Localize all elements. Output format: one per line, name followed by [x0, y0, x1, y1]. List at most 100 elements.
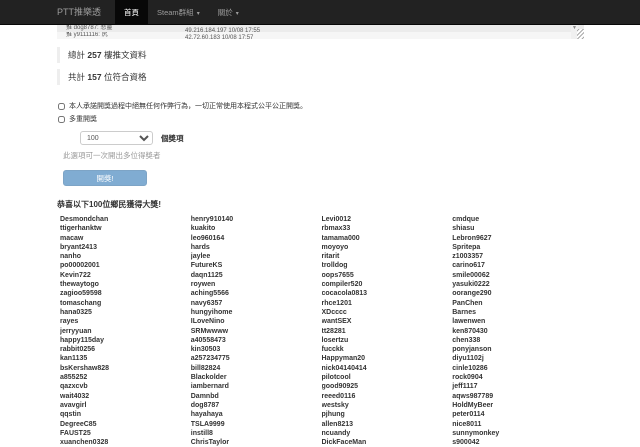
promise-checkbox[interactable] — [58, 102, 65, 110]
winner-name: nice8011 — [452, 420, 482, 428]
caret-down-icon: ▾ — [235, 11, 239, 17]
winner-name: ttigerhanktw — [60, 225, 102, 233]
winner-name: peter0114 — [452, 411, 485, 419]
winner-name: cmdque — [452, 216, 480, 223]
winner-name: allen8213 — [321, 420, 354, 428]
prize-count-select[interactable]: 100 — [80, 131, 153, 145]
winner-name: tt28281 — [321, 327, 346, 335]
multi-draw-checkbox-row: 多重開獎 — [58, 114, 640, 124]
winner-name: bryant2413 — [60, 243, 97, 251]
winner-name: ILoveNino — [190, 318, 225, 326]
winner-name: hana0325 — [60, 308, 92, 316]
winner-name: cocacola0813 — [321, 290, 368, 298]
caret-down-icon: ▾ — [196, 11, 200, 17]
winner-name: qqstin — [60, 411, 81, 419]
winner-name: rayes — [60, 318, 79, 326]
winner-name: instill8 — [190, 429, 213, 437]
nav-item-about[interactable]: 關於 ▾ — [209, 0, 248, 24]
winner-column-1: Desmondchan ttigerhanktw macaw bryant2413 na… — [60, 215, 191, 447]
winner-column-3: Levi0012 rbmax33 tamama000 moyoyo ritarit tro… — [322, 215, 453, 447]
winner-name: FutureKS — [190, 262, 223, 270]
winner-name: qazxcvb — [60, 383, 88, 391]
winner-name: XDcccc — [321, 308, 347, 316]
winner-name: Damnbd — [190, 392, 219, 400]
winner-column-4: cmdque shiasu Lebron9627 Spritepa z1003357 ca… — [452, 215, 583, 447]
winner-name: Levi0012 — [321, 216, 352, 223]
push-row-text: 推 dog8787: 悲靈 — [66, 25, 113, 31]
winner-name: jerryyuan — [60, 327, 92, 335]
push-row-text: 推 y9111116: 尻 — [66, 32, 108, 38]
qualified-total: 共計 157 位符合資格 — [57, 69, 640, 85]
winner-name: rhce1201 — [321, 299, 352, 307]
winner-name: dog8787 — [190, 401, 220, 409]
winner-name: SRMwwww — [190, 327, 229, 335]
winner-name: Spritepa — [452, 243, 481, 251]
prize-count-row: 100 個獎項 — [80, 131, 640, 145]
winner-name: fucckk — [321, 346, 344, 354]
winner-name: hayahaya — [190, 411, 223, 419]
push-list[interactable]: 推 dog8787: 悲靈 49.216.184.197 10/08 17:55 推… — [57, 25, 584, 39]
winner-name: shiasu — [452, 225, 475, 233]
winner-name: ChrisTaylor — [190, 439, 230, 447]
winner-name: iambernard — [190, 383, 229, 391]
multi-draw-help-text: 此選項可一次開出多位得獎者 — [63, 151, 161, 160]
navbar-menu: 首頁 Steam群組 ▾ 關於 ▾ — [115, 0, 248, 24]
winner-name: po00002001 — [60, 262, 100, 270]
winner-name: ponyjanson — [452, 346, 492, 354]
winner-name: avavgirl — [60, 401, 87, 409]
winner-name: oops7655 — [321, 271, 354, 279]
draw-button[interactable]: 開獎! — [63, 170, 147, 186]
winner-name: kuakito — [190, 225, 216, 233]
winner-name: smile00062 — [452, 271, 490, 279]
push-list-rows: 推 dog8787: 悲靈 49.216.184.197 10/08 17:55 推… — [57, 25, 584, 39]
push-total: 總計 257 樓推文資料 — [57, 47, 640, 63]
winner-name: good90925 — [321, 383, 359, 391]
navbar: PTT推樂透 首頁 Steam群組 ▾ 關於 ▾ — [0, 0, 640, 25]
winner-name: lawenwen — [452, 318, 486, 326]
winner-name: trolldog — [321, 262, 348, 270]
winner-name: nanho — [60, 253, 81, 261]
push-row: 推 y9111116: 尻 42.72.60.183 10/08 17:57 — [57, 32, 584, 39]
nav-item-steam-group[interactable]: Steam群組 ▾ — [148, 0, 209, 24]
winner-name: daqn1125 — [190, 271, 223, 279]
winner-name: z1003357 — [452, 253, 484, 261]
winner-name: Kevin722 — [60, 271, 91, 279]
winner-name: wantSEX — [321, 318, 352, 326]
winner-name: moyoyo — [321, 243, 349, 251]
winner-name: a40558473 — [190, 336, 226, 344]
winner-name: chen338 — [452, 336, 481, 344]
winner-name: reeed0116 — [321, 392, 356, 400]
winner-name: compiler520 — [321, 281, 363, 289]
winner-name: leo960164 — [190, 234, 225, 242]
winner-name: hards — [190, 243, 210, 251]
winner-name: ritarit — [321, 253, 340, 261]
winner-name: roywen — [190, 281, 216, 289]
winner-name: nick04140414 — [321, 364, 367, 372]
winner-name: rbmax33 — [321, 225, 351, 233]
winner-name: jeff1117 — [452, 383, 478, 391]
winner-name: TSLA9999 — [190, 420, 225, 428]
winner-name: s900042 — [452, 439, 480, 447]
winner-name: rabbit0256 — [60, 346, 96, 354]
winner-name: navy6357 — [190, 299, 223, 307]
winners-grid: Desmondchan ttigerhanktw macaw bryant2413 na… — [57, 215, 583, 447]
winner-name: wait4032 — [60, 392, 90, 400]
winner-name: bsKershaw828 — [60, 364, 110, 372]
winner-name: pilotcool — [321, 374, 351, 382]
winner-name: bill82824 — [190, 364, 221, 372]
winner-name: hungyihome — [190, 308, 233, 316]
winner-name: FAUST25 — [60, 429, 91, 437]
winner-name: ncuandy — [321, 429, 351, 437]
resize-grip-icon[interactable] — [577, 29, 584, 39]
multi-draw-checkbox[interactable] — [58, 115, 65, 123]
multi-draw-label: 多重開獎 — [69, 116, 97, 123]
winner-name: a855252 — [60, 374, 88, 382]
winner-name: thewaytogo — [60, 281, 99, 289]
winner-name: happy115day — [60, 336, 104, 344]
winner-name: ken870430 — [452, 327, 488, 335]
winner-name: zagioo59598 — [60, 290, 102, 298]
winner-name: Happyman20 — [321, 355, 366, 363]
navbar-brand[interactable]: PTT推樂透 — [57, 0, 115, 24]
winner-name: losertzu — [321, 336, 349, 344]
nav-item-home[interactable]: 首頁 — [115, 0, 148, 24]
